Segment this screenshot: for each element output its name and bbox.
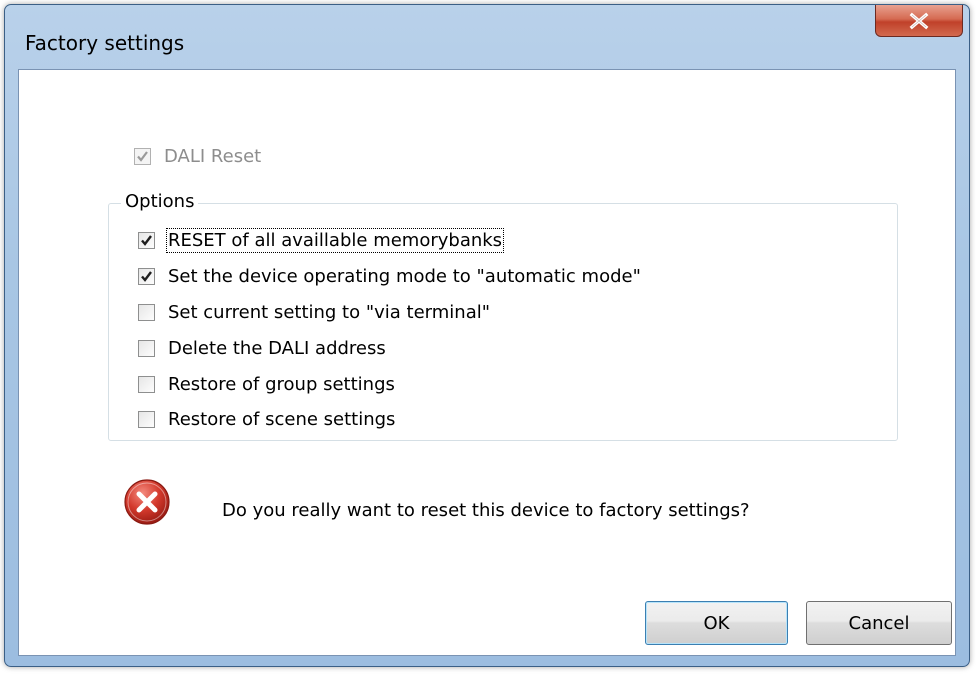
option-label: Restore of scene settings (168, 409, 396, 430)
options-group: Options RESET of all availlable memoryba… (108, 191, 898, 441)
option-label: Set the device operating mode to "automa… (168, 266, 641, 287)
dali-reset-label: DALI Reset (164, 146, 262, 167)
ok-button[interactable]: OK (645, 601, 788, 645)
option-label: Restore of group settings (168, 374, 395, 395)
option-via-terminal[interactable]: Set current setting to "via terminal" (138, 302, 490, 323)
confirmation-message: Do you really want to reset this device … (222, 500, 750, 521)
option-delete-dali-address[interactable]: Delete the DALI address (138, 338, 386, 359)
option-label: RESET of all availlable memorybanks (165, 228, 505, 253)
option-reset-memorybanks[interactable]: RESET of all availlable memorybanks (138, 228, 505, 253)
cancel-button[interactable]: Cancel (806, 601, 952, 645)
option-restore-scene-settings[interactable]: Restore of scene settings (138, 409, 395, 430)
error-icon (123, 478, 171, 526)
option-label: Set current setting to "via terminal" (168, 302, 491, 323)
window-title: Factory settings (25, 31, 185, 55)
dialog-window: Factory settings DALI Reset Options RESE… (4, 4, 970, 667)
checkmark-icon (141, 235, 152, 246)
option-checkbox[interactable] (138, 268, 155, 285)
close-button[interactable] (875, 5, 963, 37)
options-legend: Options (121, 191, 199, 212)
option-automatic-mode[interactable]: Set the device operating mode to "automa… (138, 266, 641, 287)
checkmark-icon (137, 151, 148, 162)
option-checkbox[interactable] (138, 304, 155, 321)
dali-reset-checkbox (134, 148, 151, 165)
option-restore-group-settings[interactable]: Restore of group settings (138, 374, 395, 395)
option-checkbox[interactable] (138, 411, 155, 428)
close-icon (876, 5, 962, 36)
title-bar[interactable]: Factory settings (5, 5, 969, 71)
option-label: Delete the DALI address (168, 338, 386, 359)
dialog-content: DALI Reset Options RESET of all availlab… (18, 69, 956, 656)
option-checkbox[interactable] (138, 340, 155, 357)
checkmark-icon (141, 271, 152, 282)
dali-reset-checkbox-row: DALI Reset (134, 146, 261, 167)
option-checkbox[interactable] (138, 232, 155, 249)
option-checkbox[interactable] (138, 376, 155, 393)
